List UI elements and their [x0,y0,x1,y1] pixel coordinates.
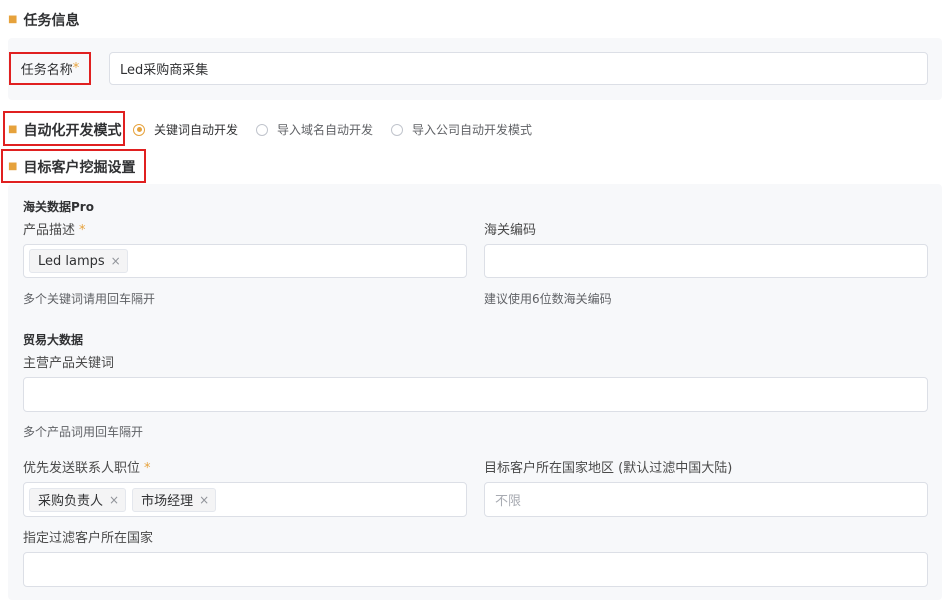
dev-mode-radio-group: 关键词自动开发 导入域名自动开发 导入公司自动开发模式 [133,121,550,138]
product-tag: Led lamps × [29,249,128,273]
contact-position-tag-input[interactable]: 采购负责人 × 市场经理 × [23,482,467,517]
tag-close-icon[interactable]: × [109,493,119,507]
product-desc-label: 产品描述 * [23,223,86,238]
hs-code-input[interactable] [484,244,928,278]
group-title-customs-pro: 海关数据Pro [23,200,94,214]
hs-code-label: 海关编码 [484,223,537,238]
section-dot-icon: ■ [8,124,18,135]
target-region-select[interactable]: 不限 [484,482,928,517]
section-dot-icon: ■ [8,161,18,172]
section-title-target-settings: ■ 目标客户挖掘设置 [8,160,136,176]
section-title-task-info: ■ 任务信息 [8,13,80,29]
main-products-hint: 多个产品词用回车隔开 [23,425,144,439]
tag-close-icon[interactable]: × [111,254,121,268]
radio-domain-import-dev[interactable]: 导入域名自动开发 [256,121,373,138]
radio-checked-icon [133,123,145,136]
position-tag: 市场经理 × [132,487,217,512]
product-desc-hint: 多个关键词请用回车隔开 [23,292,156,306]
filter-country-input[interactable] [23,552,928,587]
contact-position-label: 优先发送联系人职位 * [23,461,151,476]
position-tag: 采购负责人 × [29,487,127,512]
filter-country-label: 指定过滤客户所在国家 [23,531,154,546]
radio-unchecked-icon [391,123,404,136]
radio-unchecked-icon [256,123,269,136]
main-products-input[interactable] [23,377,928,412]
tag-close-icon[interactable]: × [199,493,209,507]
radio-keyword-dev[interactable]: 关键词自动开发 [133,121,238,138]
group-title-trade-data: 贸易大数据 [23,333,84,347]
target-region-label: 目标客户所在国家地区 (默认过滤中国大陆) [484,461,733,476]
main-products-label: 主营产品关键词 [23,356,115,371]
task-name-label: 任务名称 * [9,52,91,85]
task-name-input[interactable]: Led采购商采集 [109,52,928,85]
section-title-dev-mode: ■ 自动化开发模式 [8,123,122,139]
product-desc-tag-input[interactable]: Led lamps × [23,244,467,278]
radio-company-import-dev[interactable]: 导入公司自动开发模式 [391,121,532,138]
hs-code-hint: 建议使用6位数海关编码 [484,292,612,306]
section-dot-icon: ■ [8,14,18,25]
